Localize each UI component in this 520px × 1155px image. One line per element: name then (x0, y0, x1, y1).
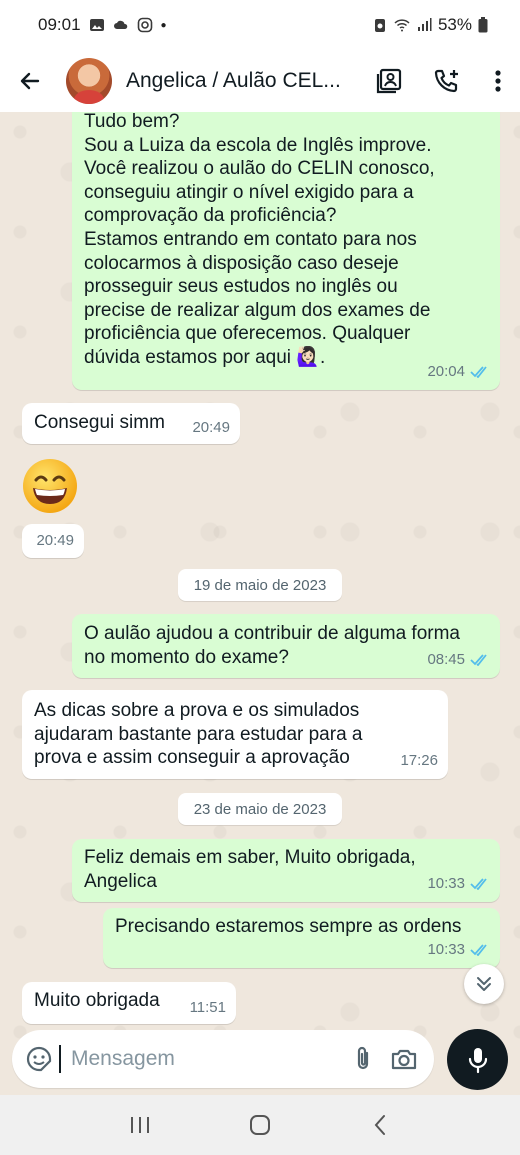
back-arrow-icon (20, 72, 40, 90)
back-button[interactable] (0, 50, 60, 112)
message-time: 20:49 (36, 532, 74, 550)
message-input[interactable] (59, 1045, 342, 1073)
emoji-message-meta: 20:49 (22, 524, 84, 558)
message-outgoing[interactable]: Feliz demais em saber, Muito obrigada, A… (72, 839, 500, 902)
read-receipt-icon (470, 878, 490, 891)
system-nav-bar (0, 1095, 520, 1155)
chat-title[interactable]: Angelica / Aulão CEL... (126, 69, 346, 93)
read-receipt-icon (470, 654, 490, 667)
wifi-icon (394, 19, 410, 32)
attach-button[interactable] (342, 1030, 383, 1088)
message-incoming[interactable]: Consegui simm 20:49 (22, 403, 240, 444)
more-options-button[interactable] (476, 50, 520, 112)
chevrons-down-icon (477, 977, 491, 991)
message-composer (12, 1030, 434, 1088)
more-vert-icon (495, 70, 501, 92)
attach-icon (357, 1046, 368, 1070)
message-time: 11:51 (189, 999, 226, 1017)
home-icon (250, 1115, 270, 1135)
scroll-to-bottom-button[interactable] (464, 964, 504, 1004)
camera-button[interactable] (383, 1030, 424, 1088)
system-back-button[interactable] (350, 1095, 410, 1155)
message-time: 20:49 (192, 419, 230, 437)
message-time: 08:45 (427, 651, 465, 669)
camera-icon (391, 1049, 416, 1070)
message-incoming[interactable]: As dicas sobre a prova e os simulados aj… (22, 690, 448, 779)
home-button[interactable] (230, 1095, 290, 1155)
avatar[interactable] (66, 58, 112, 104)
message-time: 17:26 (400, 752, 438, 770)
message-text: Precisando estaremos sempre as ordens (115, 916, 462, 937)
battery-icon (478, 17, 488, 33)
status-bar: 09:01 ● 53% (0, 0, 520, 50)
message-text: Tudo bem? Sou a Luiza da escola de Inglê… (84, 112, 435, 368)
message-outgoing[interactable]: Tudo bem? Sou a Luiza da escola de Inglê… (72, 112, 500, 390)
recent-apps-button[interactable] (110, 1095, 170, 1155)
read-receipt-icon (470, 366, 490, 379)
add-call-icon (434, 69, 458, 93)
message-text: As dicas sobre a prova e os simulados aj… (34, 700, 363, 769)
date-divider: 19 de maio de 2023 (178, 569, 342, 601)
message-list[interactable]: Tudo bem? Sou a Luiza da escola de Inglê… (0, 112, 520, 1092)
battery-level: 53% (437, 15, 472, 34)
message-time: 10:33 (427, 875, 465, 893)
grinning-face-icon (23, 459, 77, 513)
contact-card-button[interactable] (360, 50, 418, 112)
message-time: 20:04 (427, 363, 465, 381)
chevron-left-icon (374, 1115, 385, 1135)
cloud-icon (113, 20, 127, 29)
read-receipt-icon (470, 944, 490, 957)
sticker-icon (26, 1046, 51, 1072)
status-time: 09:01 (38, 15, 81, 34)
emoji-message[interactable] (22, 458, 78, 514)
message-outgoing[interactable]: Precisando estaremos sempre as ordens 10… (103, 908, 500, 968)
instagram-icon (137, 17, 152, 33)
voice-message-button[interactable] (447, 1029, 508, 1090)
alarm-icon (374, 19, 385, 32)
signal-icon (417, 18, 432, 31)
gallery-icon (89, 19, 104, 31)
chat-header: Angelica / Aulão CEL... (0, 50, 520, 112)
contact-card-icon (376, 68, 402, 94)
date-divider: 23 de maio de 2023 (178, 793, 342, 825)
notification-dot-icon: ● (160, 19, 167, 31)
message-incoming[interactable]: Muito obrigada 11:51 (22, 982, 236, 1024)
sticker-button[interactable] (18, 1030, 59, 1088)
recent-apps-icon (131, 1117, 149, 1133)
message-time: 10:33 (427, 941, 465, 959)
add-call-button[interactable] (418, 50, 476, 112)
mic-icon (468, 1047, 487, 1073)
message-outgoing[interactable]: O aulão ajudou a contribuir de alguma fo… (72, 614, 500, 678)
